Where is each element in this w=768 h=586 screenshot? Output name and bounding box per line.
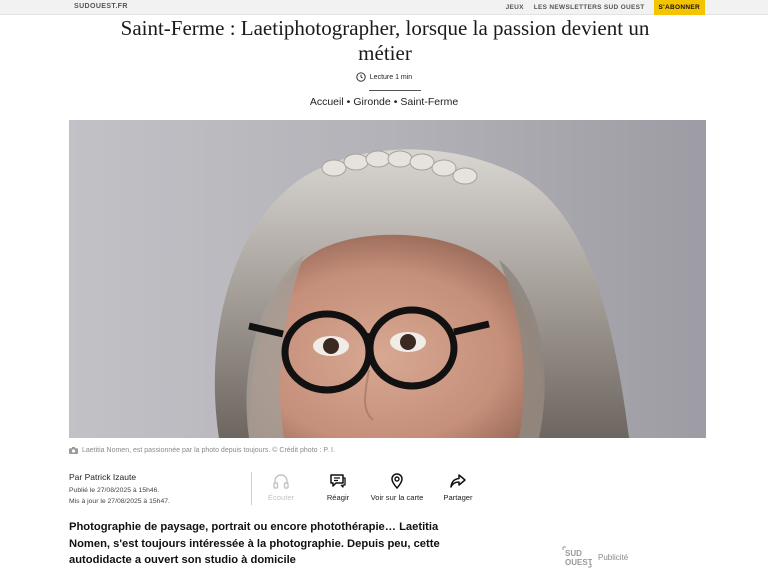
ad-slot[interactable]: SUD OUEST Publicité — [562, 546, 628, 568]
map-pin-icon — [391, 473, 403, 489]
article-title: Saint-Ferme : Laetiphotographer, lorsque… — [120, 16, 650, 65]
nav-link-newsletters[interactable]: LES NEWSLETTERS SUD OUEST — [529, 0, 650, 15]
react-label: Réagir — [326, 493, 350, 502]
svg-text:OUEST: OUEST — [565, 558, 592, 567]
svg-text:SUD: SUD — [565, 549, 582, 558]
clock-icon — [356, 72, 366, 82]
photo-caption: Laetitia Nomen, est passionnée par la ph… — [69, 447, 335, 454]
top-nav: JEUX LES NEWSLETTERS SUD OUEST S'ABONNER — [501, 0, 705, 15]
subscribe-button[interactable]: S'ABONNER — [653, 0, 705, 15]
share-button[interactable]: Partager — [438, 473, 478, 502]
read-time: Lecture 1 min — [0, 72, 768, 82]
sud-ouest-logo: SUD OUEST — [562, 546, 592, 568]
updated-date: Mis à jour le 27/08/2025 à 15h47. — [69, 498, 170, 505]
breadcrumb-gironde[interactable]: Gironde — [353, 96, 390, 108]
article-actions: Écouter Réagir Voir sur la carte Partage… — [262, 473, 478, 502]
comment-icon — [330, 474, 346, 488]
author-block: Par Patrick Izaute Publié le 27/08/2025 … — [69, 472, 170, 507]
breadcrumb-home[interactable]: Accueil — [310, 96, 344, 108]
article-lead: Photographie de paysage, portrait ou enc… — [69, 521, 440, 566]
read-time-label: Lecture 1 min — [369, 73, 413, 81]
map-label: Voir sur la carte — [370, 493, 424, 502]
nav-link-jeux[interactable]: JEUX — [501, 0, 529, 15]
site-brand[interactable]: SUDOUEST.FR — [74, 3, 128, 10]
breadcrumb-saint-ferme[interactable]: Saint-Ferme — [400, 96, 458, 108]
share-label: Partager — [443, 493, 473, 502]
ad-label: Publicité — [598, 552, 629, 562]
breadcrumb-separator: • — [393, 96, 398, 108]
article-photo[interactable] — [69, 120, 706, 438]
photo-caption-text: Laetitia Nomen, est passionnée par la ph… — [82, 447, 335, 454]
breadcrumb: Accueil • Gironde • Saint-Ferme — [0, 96, 768, 108]
listen-label: Écouter — [267, 493, 295, 502]
published-date: Publié le 27/08/2025 à 15h46. — [69, 487, 160, 494]
title-divider — [369, 90, 421, 91]
map-button[interactable]: Voir sur la carte — [364, 473, 430, 502]
author-name[interactable]: Par Patrick Izaute — [69, 472, 170, 482]
react-button[interactable]: Réagir — [316, 473, 360, 502]
listen-button[interactable]: Écouter — [262, 473, 300, 502]
top-bar: SUDOUEST.FR JEUX LES NEWSLETTERS SUD OUE… — [0, 0, 768, 15]
camera-icon — [69, 447, 78, 454]
headphones-icon — [273, 474, 289, 489]
share-icon — [450, 474, 466, 488]
breadcrumb-separator: • — [346, 96, 351, 108]
author-actions-divider — [251, 472, 252, 505]
